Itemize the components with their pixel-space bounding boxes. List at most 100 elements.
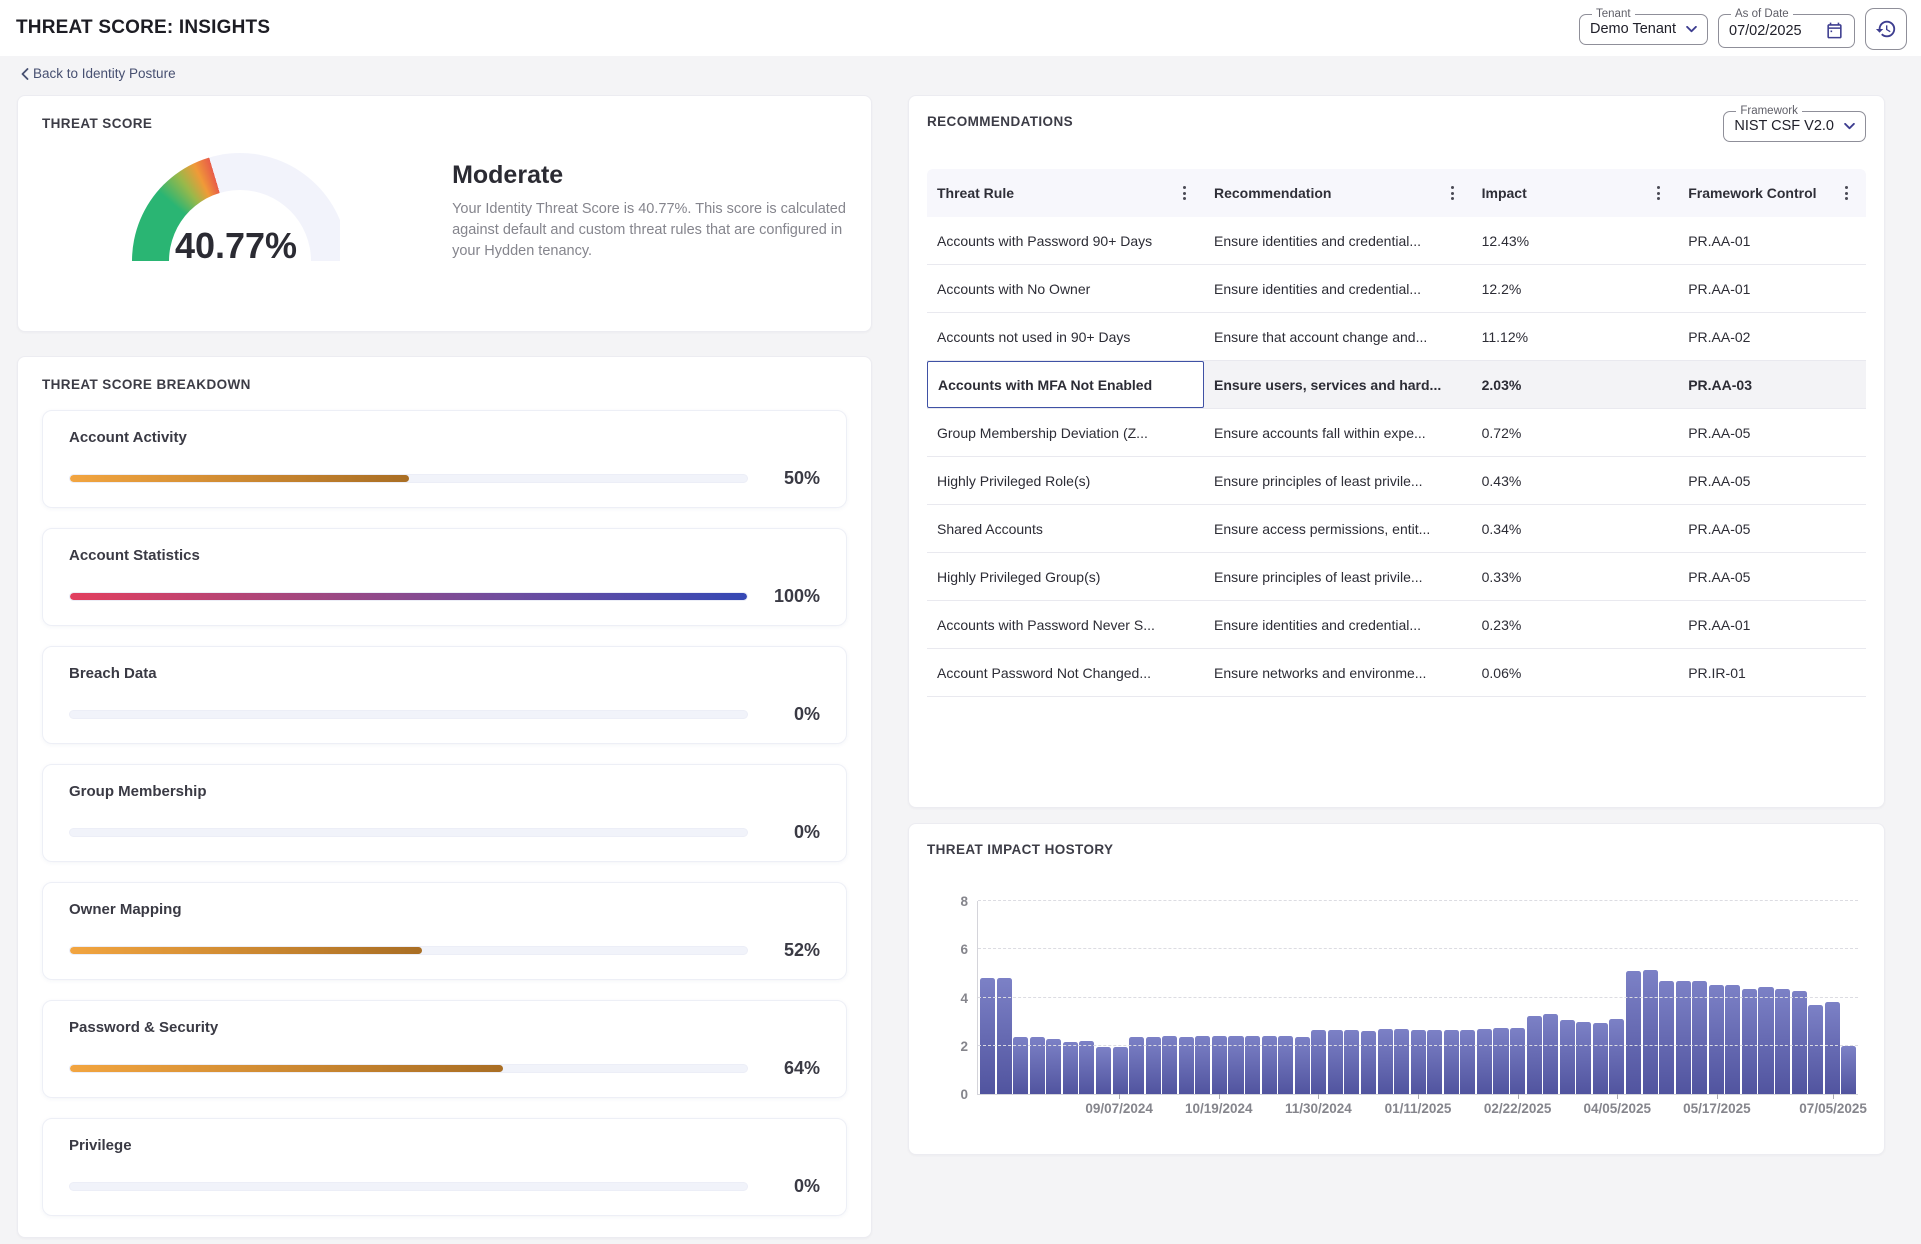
progress-bar-track: [69, 592, 748, 601]
history-bar: [1444, 1030, 1459, 1094]
table-cell-recommendation: Ensure accounts fall within expe...: [1204, 409, 1472, 456]
column-menu-icon[interactable]: [1181, 184, 1188, 202]
threat-score-level: Moderate: [452, 161, 847, 190]
history-bar: [1295, 1037, 1310, 1094]
gridline: [978, 900, 1858, 901]
table-cell-rule: Highly Privileged Group(s): [927, 553, 1204, 600]
table-cell-impact: 0.23%: [1472, 601, 1679, 648]
history-bar: [1113, 1047, 1128, 1094]
top-controls: Tenant Demo Tenant As of Date 07/02/2025: [1579, 8, 1907, 50]
chevron-down-icon: [1844, 123, 1855, 130]
history-bar: [1361, 1031, 1376, 1094]
history-bar: [1692, 981, 1707, 1094]
x-axis-tick-label: 04/05/2025: [1567, 1101, 1667, 1116]
history-bar: [1129, 1037, 1144, 1094]
table-cell-control: PR.IR-01: [1678, 649, 1866, 696]
chart-plot-area: 0246809/07/202410/19/202411/30/202401/11…: [977, 901, 1858, 1095]
history-bar: [1808, 1005, 1823, 1094]
progress-percentage: 52%: [762, 940, 820, 961]
framework-select-label: Framework: [1736, 105, 1802, 117]
x-axis-tick: [1418, 1094, 1419, 1099]
progress-percentage: 100%: [762, 586, 820, 607]
table-row[interactable]: Highly Privileged Role(s)Ensure principl…: [927, 457, 1866, 505]
table-cell-impact: 0.43%: [1472, 457, 1679, 504]
history-bar: [1758, 987, 1773, 1094]
x-axis-tick-label: 02/22/2025: [1468, 1101, 1568, 1116]
table-row[interactable]: Accounts with MFA Not EnabledEnsure user…: [927, 361, 1866, 409]
table-cell-control: PR.AA-05: [1678, 553, 1866, 600]
table-cell-recommendation: Ensure identities and credential...: [1204, 217, 1472, 264]
table-row[interactable]: Highly Privileged Group(s)Ensure princip…: [927, 553, 1866, 601]
history-bar: [1576, 1022, 1591, 1094]
framework-select-value: NIST CSF V2.0: [1734, 118, 1834, 134]
threat-score-gauge: 40.77%: [132, 153, 340, 263]
threat-score-panel: THREAT SCORE 40.77% Moderate Your Identi…: [17, 95, 872, 332]
x-axis-tick-label: 05/17/2025: [1667, 1101, 1767, 1116]
history-bar: [1046, 1039, 1061, 1094]
tenant-select[interactable]: Tenant Demo Tenant: [1579, 8, 1708, 45]
as-of-date-field[interactable]: As of Date 07/02/2025: [1718, 8, 1855, 48]
threat-impact-history-panel: THREAT IMPACT HOSTORY 0246809/07/202410/…: [908, 823, 1885, 1155]
column-menu-icon[interactable]: [1655, 184, 1662, 202]
breakdown-item: Account Activity50%: [42, 410, 847, 508]
table-cell-recommendation: Ensure that account change and...: [1204, 313, 1472, 360]
history-bar: [1146, 1037, 1161, 1094]
table-row[interactable]: Account Password Not Changed...Ensure ne…: [927, 649, 1866, 697]
breakdown-item-label: Account Activity: [69, 429, 820, 446]
threat-score-value: 40.77%: [132, 225, 340, 263]
table-row[interactable]: Accounts with Password Never S...Ensure …: [927, 601, 1866, 649]
history-button[interactable]: [1865, 8, 1907, 50]
history-bar: [1328, 1030, 1343, 1094]
breakdown-item-label: Group Membership: [69, 783, 820, 800]
progress-bar-track: [69, 1064, 748, 1073]
threat-impact-history-chart: 0246809/07/202410/19/202411/30/202401/11…: [927, 865, 1866, 1127]
breakdown-item: Password & Security64%: [42, 1000, 847, 1098]
history-bar: [1725, 985, 1740, 1094]
y-axis-tick-label: 4: [934, 991, 968, 1006]
table-cell-control: PR.AA-05: [1678, 409, 1866, 456]
breakdown-item: Account Statistics 100%: [42, 528, 847, 626]
history-bar: [1775, 989, 1790, 1094]
threat-score-breakdown-panel: THREAT SCORE BREAKDOWN Account Activity5…: [17, 356, 872, 1238]
y-axis-tick-label: 0: [934, 1087, 968, 1102]
table-row[interactable]: Group Membership Deviation (Z...Ensure a…: [927, 409, 1866, 457]
gridline: [978, 1045, 1858, 1046]
table-row[interactable]: Accounts not used in 90+ DaysEnsure that…: [927, 313, 1866, 361]
table-cell-control: PR.AA-01: [1678, 217, 1866, 264]
threat-score-panel-title: THREAT SCORE: [42, 116, 847, 131]
back-to-identity-posture-link[interactable]: Back to Identity Posture: [20, 66, 176, 81]
threat-impact-history-title: THREAT IMPACT HOSTORY: [927, 842, 1866, 857]
column-menu-icon[interactable]: [1843, 184, 1850, 202]
gridline: [978, 948, 1858, 949]
history-bar: [1659, 981, 1674, 1094]
x-axis-tick-label: 01/11/2025: [1368, 1101, 1468, 1116]
table-cell-rule: Group Membership Deviation (Z...: [927, 409, 1204, 456]
progress-bar-track: [69, 710, 748, 719]
column-menu-icon[interactable]: [1449, 184, 1456, 202]
column-header: Impact: [1472, 184, 1679, 202]
table-cell-rule: Accounts with No Owner: [927, 265, 1204, 312]
table-row[interactable]: Accounts with No OwnerEnsure identities …: [927, 265, 1866, 313]
tenant-select-label: Tenant: [1592, 8, 1635, 20]
tenant-select-value: Demo Tenant: [1590, 21, 1676, 37]
table-row[interactable]: Accounts with Password 90+ DaysEnsure id…: [927, 217, 1866, 265]
history-bar: [1841, 1046, 1856, 1094]
calendar-icon[interactable]: [1825, 21, 1844, 40]
breakdown-item: Privilege0%: [42, 1118, 847, 1216]
threat-score-description: Your Identity Threat Score is 40.77%. Th…: [452, 199, 847, 262]
history-bar: [1527, 1016, 1542, 1094]
progress-bar-track: [69, 1182, 748, 1191]
table-cell-impact: 2.03%: [1472, 361, 1679, 408]
table-cell-recommendation: Ensure access permissions, entit...: [1204, 505, 1472, 552]
breakdown-item: Breach Data0%: [42, 646, 847, 744]
table-cell-impact: 12.2%: [1472, 265, 1679, 312]
framework-select[interactable]: Framework NIST CSF V2.0: [1723, 105, 1866, 142]
progress-percentage: 0%: [762, 1176, 820, 1197]
progress-percentage: 0%: [762, 822, 820, 843]
table-row[interactable]: Shared AccountsEnsure access permissions…: [927, 505, 1866, 553]
breakdown-item-label: Password & Security: [69, 1019, 820, 1036]
table-cell-impact: 0.33%: [1472, 553, 1679, 600]
breakdown-item-label: Account Statistics: [69, 547, 820, 564]
history-bar: [1427, 1030, 1442, 1094]
x-axis-tick: [1617, 1094, 1618, 1099]
